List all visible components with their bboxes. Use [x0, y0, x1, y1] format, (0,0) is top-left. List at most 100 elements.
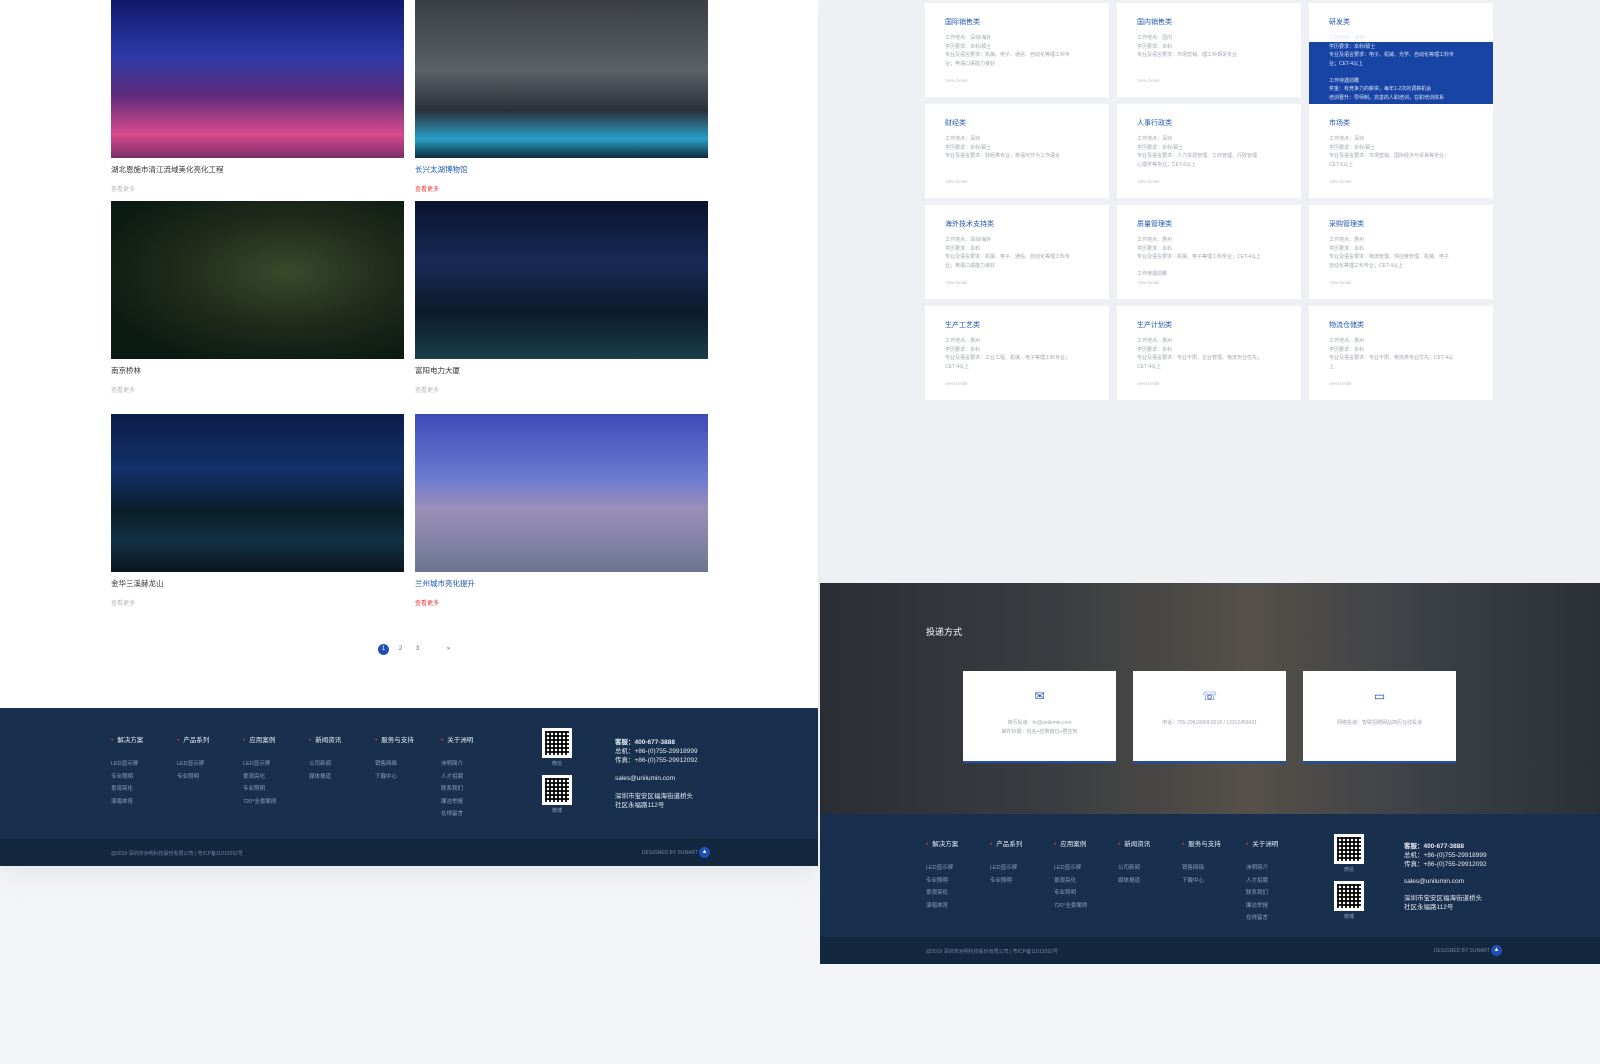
job-title[interactable]: 研发类	[1329, 17, 1350, 27]
footer-link[interactable]: 廉洁举报	[1246, 900, 1310, 913]
case-image[interactable]	[111, 201, 404, 359]
job-card[interactable]: 采购管理类 工作地点：惠州 学历要求：本科 专业及语言要求：物流管理、供应链管理、机械…	[1309, 205, 1493, 299]
job-title[interactable]: 生产工艺类	[945, 320, 980, 330]
footer-link[interactable]: 专业照明	[990, 875, 1054, 888]
job-title[interactable]: 国内销售类	[1137, 17, 1172, 27]
phone-card[interactable]: ☏ 电话：755-29918999-8218 / 13312456001	[1133, 671, 1286, 763]
footer-link[interactable]: LED显示屏	[926, 862, 990, 875]
job-card[interactable]: 人事行政类 工作地点：深圳 学历要求：本科/硕士 专业及语言要求：人力资源管理、工商管…	[1117, 104, 1301, 198]
email-link[interactable]: sales@unilumin.com	[615, 774, 698, 783]
case-more-link[interactable]: 查看更多	[415, 598, 708, 607]
job-title[interactable]: 采购管理类	[1329, 219, 1364, 229]
footer-link[interactable]: 专业照明	[111, 771, 177, 784]
case-title[interactable]: 长兴太湖博物馆	[415, 164, 708, 175]
footer-link[interactable]: 景观亮化	[111, 783, 177, 796]
view-detail-link[interactable]: View Detail	[1137, 78, 1159, 83]
footer-link[interactable]: 公司新闻	[309, 758, 375, 771]
footer-col-heading[interactable]: • 解决方案	[926, 838, 990, 848]
view-detail-link[interactable]: View Detail	[1137, 280, 1159, 285]
job-card[interactable]: 财经类 工作地点：深圳 学历要求：本科/硕士 专业及语言要求：财经类专业，英语可作为工…	[925, 104, 1109, 198]
job-title[interactable]: 质量管理类	[1137, 219, 1172, 229]
job-card[interactable]: 市场类 工作地点：深圳 学历要求：本科/硕士 专业及语言要求：市场营销、国际经济与贸易…	[1309, 104, 1493, 198]
job-card[interactable]: 物流仓储类 工作地点：惠州 学历要求：本科 专业及语言要求：专业不限，物流类专业优先；…	[1309, 306, 1493, 400]
job-title[interactable]: 生产计划类	[1137, 320, 1172, 330]
footer-link[interactable]: 人才招聘	[1246, 875, 1310, 888]
footer-link[interactable]: 下载中心	[1182, 875, 1246, 888]
footer-link[interactable]: 下载中心	[375, 771, 441, 784]
email-link[interactable]: sales@unilumin.com	[1404, 877, 1487, 886]
page-1-button[interactable]: 1	[378, 644, 389, 655]
job-title[interactable]: 人事行政类	[1137, 118, 1172, 128]
job-card[interactable]: 生产工艺类 工作地点：惠州 学历要求：本科 专业及语言要求：工业工程、机械、电子等理工…	[925, 306, 1109, 400]
email-card[interactable]: ✉ 简历投递：hr@unilumin.com 邮件标题：姓名+应聘岗位+居住地	[963, 671, 1116, 763]
designed-by[interactable]: DESIGNED BY SUNART	[1434, 948, 1490, 954]
footer-col-heading[interactable]: • 产品系列	[990, 838, 1054, 848]
footer-col-heading[interactable]: • 服务与支持	[1182, 838, 1246, 848]
footer-link[interactable]: 销售网络	[1182, 862, 1246, 875]
back-to-top-button[interactable]: ▲	[699, 847, 710, 858]
footer-col-heading[interactable]: • 产品系列	[177, 734, 243, 744]
footer-link[interactable]: 媒体报道	[1118, 875, 1182, 888]
case-more-link[interactable]: 查看更多	[111, 598, 404, 607]
view-detail-link[interactable]: View Detail	[945, 78, 967, 83]
footer-link[interactable]: 公司新闻	[1118, 862, 1182, 875]
footer-link[interactable]: 人才招聘	[441, 771, 507, 784]
footer-link[interactable]: 廉洁举报	[441, 796, 507, 809]
case-title[interactable]: 金华三溪赫龙山	[111, 578, 404, 589]
footer-link[interactable]: 景观亮化	[1054, 875, 1118, 888]
case-card[interactable]: 金华三溪赫龙山 查看更多	[111, 414, 404, 607]
view-detail-link[interactable]: View Detail	[1329, 280, 1351, 285]
case-image[interactable]	[111, 414, 404, 572]
footer-col-heading[interactable]: • 关于洲明	[441, 734, 507, 744]
case-title[interactable]: 兰州城市亮化提升	[415, 578, 708, 589]
footer-link[interactable]: LED显示屏	[177, 758, 243, 771]
page-2-button[interactable]: 2	[395, 644, 406, 655]
job-title[interactable]: 国际销售类	[945, 17, 980, 27]
view-detail-link[interactable]: View Detail	[945, 179, 967, 184]
footer-col-heading[interactable]: • 应用案例	[243, 734, 309, 744]
case-card[interactable]: 南京桥林 查看更多	[111, 201, 404, 394]
case-image[interactable]	[415, 414, 708, 572]
footer-link[interactable]: LED显示屏	[1054, 862, 1118, 875]
case-card[interactable]: 长兴太湖博物馆 查看更多	[415, 0, 708, 193]
view-detail-link[interactable]: View Detail	[1137, 179, 1159, 184]
footer-col-heading[interactable]: • 关于洲明	[1246, 838, 1310, 848]
job-title[interactable]: 市场类	[1329, 118, 1350, 128]
case-title[interactable]: 富阳电力大厦	[415, 365, 708, 376]
case-card[interactable]: 富阳电力大厦 查看更多	[415, 201, 708, 394]
footer-col-heading[interactable]: • 新闻资讯	[309, 734, 375, 744]
view-detail-link[interactable]: View Detail	[945, 280, 967, 285]
job-card[interactable]: 国内销售类 工作地点：国内 学历要求：本科 专业及语言要求：市场营销、理工科相关专业 V…	[1117, 3, 1301, 97]
back-to-top-button[interactable]: ▲	[1491, 945, 1502, 956]
footer-col-heading[interactable]: • 新闻资讯	[1118, 838, 1182, 848]
next-page-button[interactable]: »	[443, 644, 454, 655]
case-card[interactable]: 兰州城市亮化提升 查看更多	[415, 414, 708, 607]
case-more-link[interactable]: 查看更多	[111, 184, 404, 193]
case-card[interactable]: 湖北恩施市清江流域美化亮化工程 查看更多	[111, 0, 404, 193]
job-card[interactable]: 生产计划类 工作地点：惠州 学历要求：本科 专业及语言要求：专业不限，企业管理、物流专…	[1117, 306, 1301, 400]
view-detail-link[interactable]: View Detail	[1137, 381, 1159, 386]
footer-link[interactable]: 景观亮化	[243, 771, 309, 784]
job-card[interactable]: 质量管理类 工作地点：惠州 学历要求：本科 专业及语言要求：机械、电子等理工科专业；C…	[1117, 205, 1301, 299]
view-detail-link[interactable]: View Detail	[1329, 381, 1351, 386]
case-more-link[interactable]: 查看更多	[415, 184, 708, 193]
footer-col-heading[interactable]: • 解决方案	[111, 734, 177, 744]
page-3-button[interactable]: 3	[412, 644, 423, 655]
job-card[interactable]: 海外技术支持类 工作地点：深圳/海外 学历要求：本科 专业及语言要求：机械、电子、通信…	[925, 205, 1109, 299]
footer-link[interactable]: 联系我们	[1246, 887, 1310, 900]
view-detail-link[interactable]: View Detail	[1329, 179, 1351, 184]
designed-by[interactable]: DESIGNED BY SUNART	[642, 850, 698, 856]
footer-link[interactable]: 洲明简介	[441, 758, 507, 771]
online-card[interactable]: ▭ 网络投递：智联招聘网站简历在线投递	[1303, 671, 1456, 763]
case-image[interactable]	[111, 0, 404, 158]
job-title[interactable]: 海外技术支持类	[945, 219, 994, 229]
footer-link[interactable]: 媒体报道	[309, 771, 375, 784]
footer-link[interactable]: 在线留言	[441, 808, 507, 821]
footer-link[interactable]: 720°全景案例	[1054, 900, 1118, 913]
footer-link[interactable]: 专业照明	[926, 875, 990, 888]
footer-link[interactable]: 联系我们	[441, 783, 507, 796]
footer-link[interactable]: 在线留言	[1246, 912, 1310, 925]
footer-col-heading[interactable]: • 服务与支持	[375, 734, 441, 744]
job-title[interactable]: 物流仓储类	[1329, 320, 1364, 330]
case-more-link[interactable]: 查看更多	[111, 385, 404, 394]
